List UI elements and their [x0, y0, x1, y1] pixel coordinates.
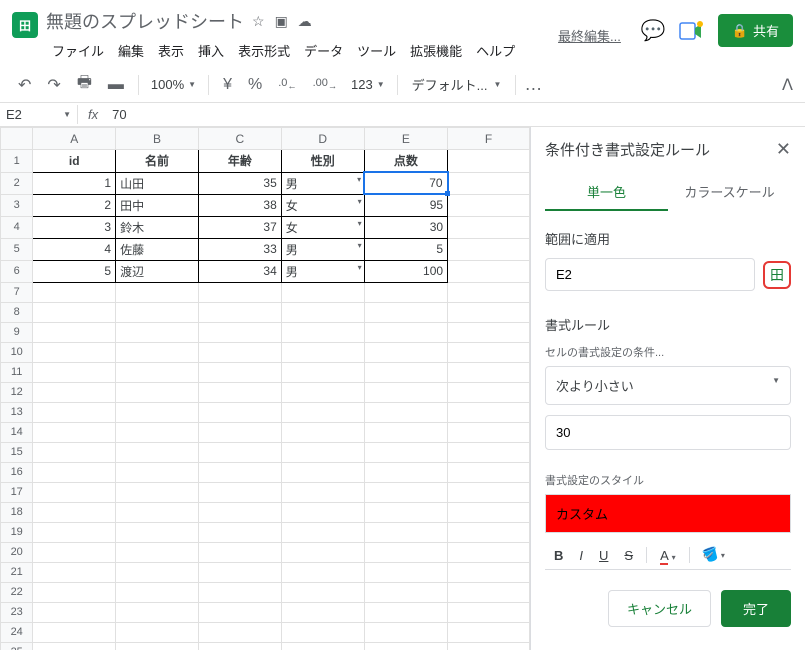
- row-header[interactable]: 8: [1, 302, 33, 322]
- row-header[interactable]: 3: [1, 194, 33, 216]
- menu-help[interactable]: ヘルプ: [470, 38, 521, 63]
- row-header[interactable]: 15: [1, 442, 33, 462]
- formula-value[interactable]: 70: [108, 107, 130, 122]
- col-header[interactable]: F: [448, 128, 530, 150]
- menu-format[interactable]: 表示形式: [232, 38, 296, 63]
- row-header[interactable]: 24: [1, 622, 33, 642]
- row-header[interactable]: 11: [1, 362, 33, 382]
- row-header[interactable]: 9: [1, 322, 33, 342]
- row-header[interactable]: 1: [1, 150, 33, 173]
- col-header[interactable]: B: [116, 128, 199, 150]
- italic-button[interactable]: I: [576, 546, 586, 565]
- rule-title: 書式ルール: [545, 315, 791, 334]
- menu-view[interactable]: 表示: [152, 38, 190, 63]
- row-header[interactable]: 17: [1, 482, 33, 502]
- toolbar-expand-up-icon[interactable]: ᐱ: [782, 75, 793, 95]
- tab-single-color[interactable]: 単一色: [545, 174, 668, 211]
- cloud-icon[interactable]: ☁: [298, 13, 312, 30]
- row-header[interactable]: 12: [1, 382, 33, 402]
- paint-icon[interactable]: ▬: [102, 72, 130, 98]
- condition-label: セルの書式設定の条件...: [545, 344, 791, 360]
- row-header[interactable]: 10: [1, 342, 33, 362]
- row-header[interactable]: 18: [1, 502, 33, 522]
- done-button[interactable]: 完了: [721, 590, 791, 627]
- col-header[interactable]: D: [281, 128, 364, 150]
- strikethrough-button[interactable]: S: [621, 546, 636, 565]
- dec-decrease-button[interactable]: .0←: [272, 73, 302, 95]
- row-header[interactable]: 5: [1, 238, 33, 260]
- row-header[interactable]: 22: [1, 582, 33, 602]
- toolbar-more-icon[interactable]: …: [524, 74, 542, 95]
- font-select[interactable]: デフォルト... ▼: [406, 73, 508, 96]
- name-box[interactable]: E2▼: [0, 105, 78, 124]
- menu-data[interactable]: データ: [298, 38, 349, 63]
- sheets-logo-icon[interactable]: 田: [12, 12, 38, 38]
- col-header[interactable]: A: [33, 128, 116, 150]
- menu-file[interactable]: ファイル: [46, 38, 110, 63]
- row-header[interactable]: 19: [1, 522, 33, 542]
- menu-edit[interactable]: 編集: [112, 38, 150, 63]
- range-input[interactable]: [545, 258, 755, 291]
- menu-extensions[interactable]: 拡張機能: [404, 38, 468, 63]
- row-header[interactable]: 23: [1, 602, 33, 622]
- undo-icon[interactable]: ↶: [12, 71, 37, 99]
- document-title[interactable]: 無題のスプレッドシート: [46, 8, 244, 34]
- move-icon[interactable]: ▣: [275, 13, 288, 30]
- style-label: 書式設定のスタイル: [545, 472, 791, 488]
- dec-increase-button[interactable]: .00→: [307, 73, 343, 95]
- star-icon[interactable]: ☆: [252, 13, 265, 30]
- row-header[interactable]: 7: [1, 282, 33, 302]
- meet-icon[interactable]: [678, 20, 706, 42]
- bold-button[interactable]: B: [551, 546, 566, 565]
- row-header[interactable]: 13: [1, 402, 33, 422]
- col-header[interactable]: [1, 128, 33, 150]
- select-range-icon[interactable]: 田: [763, 261, 791, 289]
- apply-to-label: 範囲に適用: [545, 229, 791, 248]
- text-color-button[interactable]: A ▾: [657, 546, 679, 565]
- fill-color-button[interactable]: 🪣▾: [700, 545, 728, 565]
- share-button[interactable]: 🔒 共有: [718, 14, 793, 47]
- row-header[interactable]: 21: [1, 562, 33, 582]
- comment-icon[interactable]: 💬: [641, 18, 666, 43]
- row-header[interactable]: 6: [1, 260, 33, 282]
- row-header[interactable]: 2: [1, 172, 33, 194]
- tab-color-scale[interactable]: カラースケール: [668, 174, 791, 211]
- condition-value-input[interactable]: [545, 415, 791, 450]
- fx-icon[interactable]: fx: [78, 107, 108, 122]
- redo-icon[interactable]: ↷: [41, 71, 66, 99]
- currency-button[interactable]: ¥: [217, 72, 238, 98]
- row-header[interactable]: 25: [1, 642, 33, 650]
- number-format-select[interactable]: 123 ▼: [347, 75, 389, 94]
- row-header[interactable]: 4: [1, 216, 33, 238]
- cancel-button[interactable]: キャンセル: [608, 590, 711, 627]
- percent-button[interactable]: %: [242, 72, 268, 98]
- condition-select[interactable]: 次より小さい▼: [545, 366, 791, 405]
- row-header[interactable]: 20: [1, 542, 33, 562]
- close-icon[interactable]: ✕: [776, 139, 791, 160]
- last-edit-link[interactable]: 最終編集...: [558, 26, 621, 45]
- menu-insert[interactable]: 挿入: [192, 38, 230, 63]
- menu-tools[interactable]: ツール: [351, 38, 402, 63]
- row-header[interactable]: 16: [1, 462, 33, 482]
- style-preview[interactable]: カスタム: [545, 494, 791, 533]
- zoom-select[interactable]: 100% ▼: [147, 75, 200, 94]
- sidebar-title: 条件付き書式設定ルール: [545, 139, 710, 160]
- underline-button[interactable]: U: [596, 546, 611, 565]
- row-header[interactable]: 14: [1, 422, 33, 442]
- col-header[interactable]: E: [364, 128, 447, 150]
- print-icon[interactable]: 🖶: [71, 67, 98, 102]
- col-header[interactable]: C: [198, 128, 281, 150]
- toolbar: ↶ ↷ 🖶 ▬ 100% ▼ ¥ % .0← .00→ 123 ▼ デフォルト.…: [0, 67, 805, 103]
